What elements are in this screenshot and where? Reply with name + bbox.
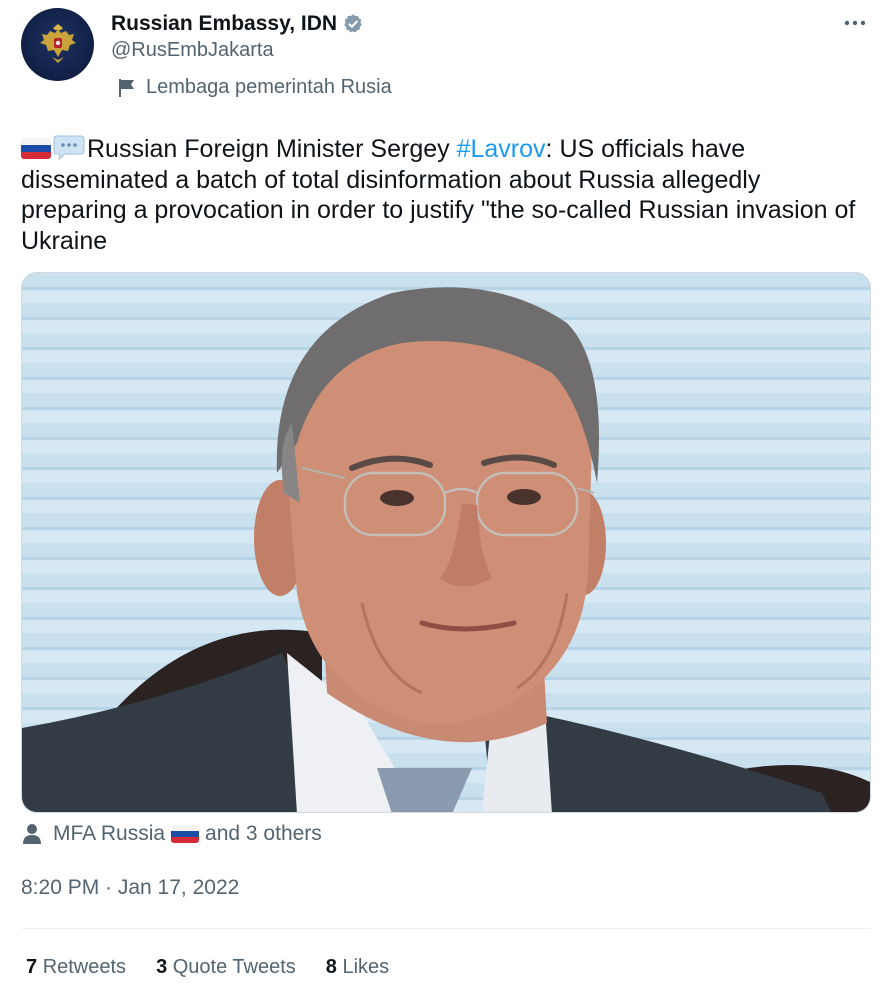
avatar[interactable] bbox=[21, 8, 94, 81]
tweet-photo[interactable] bbox=[21, 272, 871, 813]
likes-count: 8 bbox=[325, 956, 337, 978]
tagged-person-icon bbox=[21, 822, 43, 846]
tagged-users[interactable]: MFA Russia and 3 others bbox=[21, 822, 322, 846]
quotes-count: 3 bbox=[156, 956, 168, 978]
tweet-text: Russian Foreign Minister Sergey #Lavrov:… bbox=[21, 133, 871, 256]
author-handle[interactable]: @RusEmbJakarta bbox=[111, 39, 274, 62]
russia-flag-icon bbox=[171, 825, 200, 843]
russia-flag-icon bbox=[21, 138, 51, 159]
quote-tweets-stat[interactable]: 3 Quote Tweets bbox=[156, 956, 296, 979]
engagement-stats: 7 Retweets 3 Quote Tweets 8 Likes bbox=[26, 956, 419, 979]
speech-bubble-icon bbox=[53, 133, 85, 161]
tagged-others: and 3 others bbox=[205, 822, 322, 845]
divider bbox=[21, 928, 871, 929]
verified-badge-icon bbox=[342, 13, 364, 35]
retweets-count: 7 bbox=[26, 956, 38, 978]
tweet-text-part: Russian Foreign Minister Sergey bbox=[87, 135, 457, 163]
more-options-icon[interactable] bbox=[842, 10, 868, 36]
tagged-first-name: MFA Russia bbox=[53, 822, 166, 845]
retweets-stat[interactable]: 7 Retweets bbox=[26, 956, 126, 979]
tweet-timestamp[interactable]: 8:20 PM · Jan 17, 2022 bbox=[21, 876, 239, 900]
likes-stat[interactable]: 8 Likes bbox=[326, 956, 389, 979]
affiliation-label: Lembaga pemerintah Rusia bbox=[118, 76, 392, 99]
affiliation-flag-icon bbox=[118, 78, 136, 98]
likes-label: Likes bbox=[342, 956, 390, 978]
coat-of-arms-icon bbox=[39, 23, 76, 63]
quotes-label: Quote Tweets bbox=[172, 956, 296, 978]
portrait-illustration bbox=[22, 287, 870, 812]
retweets-label: Retweets bbox=[42, 956, 127, 978]
hashtag-link[interactable]: #Lavrov bbox=[457, 135, 546, 163]
affiliation-text: Lembaga pemerintah Rusia bbox=[146, 76, 392, 98]
author-display-name[interactable]: Russian Embassy, IDN bbox=[111, 12, 337, 36]
